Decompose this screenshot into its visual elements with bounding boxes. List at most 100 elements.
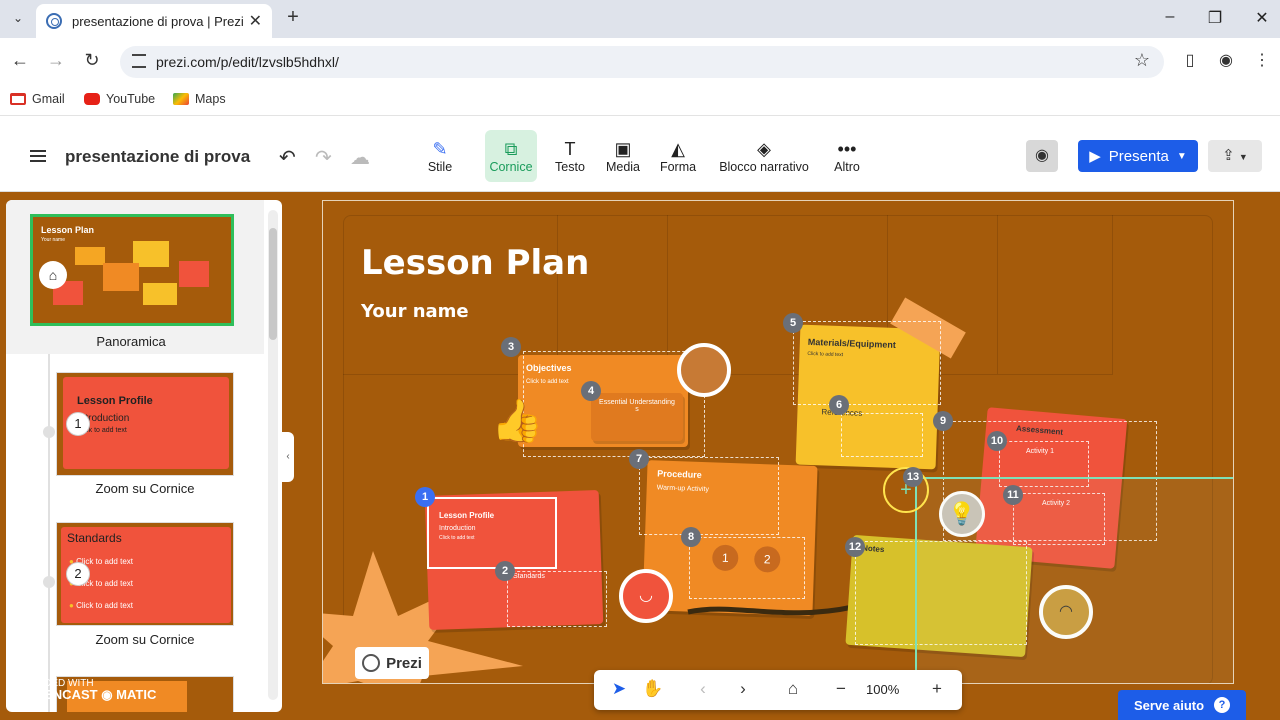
card-essential[interactable]: Essential Understanding s (591, 393, 683, 441)
prezi-logo: Prezi (355, 647, 429, 679)
text-icon: T (564, 139, 576, 159)
path-badge[interactable]: 8 (681, 527, 701, 547)
tool-frame[interactable]: ⧉ Cornice (485, 130, 537, 182)
collapse-sidebar-icon[interactable]: ‹ (282, 432, 294, 482)
zoom-level: 100% (866, 682, 900, 697)
next-step-icon[interactable]: › (730, 679, 756, 699)
step-label-2: Zoom su Cornice (95, 632, 195, 647)
timeline-line (48, 354, 50, 712)
frame-outline-5 (793, 321, 941, 405)
zoom-in-icon[interactable]: + (924, 679, 950, 699)
tool-text[interactable]: T Testo (550, 130, 590, 182)
select-tool-icon[interactable]: ➤ (606, 679, 632, 699)
thumb-list-item: Click to add text (76, 601, 133, 610)
path-badge[interactable]: 3 (501, 337, 521, 357)
overview-thumb-sub: Your name (41, 237, 65, 243)
prezi-logo-text: Prezi (386, 654, 422, 672)
tool-style[interactable]: ✎ Stile (418, 130, 462, 182)
scrollbar-thumb[interactable] (269, 228, 277, 340)
cloud-sync-icon: ☁ (350, 147, 370, 169)
redo-icon[interactable]: ↷ (315, 145, 332, 170)
tool-label: Forma (659, 160, 697, 174)
path-badge[interactable]: 1 (415, 487, 435, 507)
presentation-canvas[interactable]: Lesson Plan Your name Prezi Objectives C… (322, 200, 1234, 684)
path-badge[interactable]: 9 (933, 411, 953, 431)
bookmark-maps[interactable]: Maps (173, 92, 226, 106)
step-number-1: 1 (66, 412, 90, 436)
share-button[interactable]: ⇪ ▼ (1208, 140, 1262, 172)
path-badge[interactable]: 5 (783, 313, 803, 333)
frame-outline-6 (841, 413, 923, 457)
canvas-title[interactable]: Lesson Plan (361, 243, 589, 283)
path-badge[interactable]: 11 (1003, 485, 1023, 505)
hand-tool-icon[interactable]: ✋ (640, 679, 666, 699)
tool-story-block[interactable]: ◈ Blocco narrativo (714, 130, 814, 182)
tab-list-icon[interactable]: ⌄ (8, 8, 28, 28)
help-button[interactable]: Serve aiuto ? (1118, 690, 1246, 720)
thumb-title: Standards (67, 531, 122, 545)
image-icon: ▣ (614, 139, 632, 159)
profile-icon[interactable]: ◉ (1214, 50, 1238, 70)
sidebar-scrollbar[interactable] (268, 210, 278, 700)
preview-eye-icon[interactable]: ◉ (1026, 140, 1058, 172)
document-title[interactable]: presentazione di prova (65, 147, 250, 167)
close-tab-icon[interactable]: ✕ (249, 11, 262, 31)
tool-more[interactable]: ••• Altro (828, 130, 866, 182)
path-badge[interactable]: 7 (629, 449, 649, 469)
url-field[interactable]: prezi.com/p/edit/lzvslb5hdhxl/ ☆ (120, 46, 1164, 78)
minimize-icon[interactable]: – (1160, 8, 1180, 26)
frame-outline-7 (639, 457, 779, 535)
url-text: prezi.com/p/edit/lzvslb5hdhxl/ (156, 54, 339, 70)
bookmarks-bar: Gmail YouTube Maps (0, 86, 1280, 116)
step-label-1: Zoom su Cornice (95, 481, 195, 496)
path-badge[interactable]: 6 (829, 395, 849, 415)
card-title: Lesson Profile (439, 511, 495, 520)
bookmark-star-icon[interactable]: ☆ (1134, 50, 1150, 71)
path-badge[interactable]: 12 (845, 537, 865, 557)
path-badge[interactable]: 4 (581, 381, 601, 401)
path-badge[interactable]: 2 (495, 561, 515, 581)
bookmark-label: Maps (195, 92, 226, 106)
tool-shape[interactable]: ◭ Forma (656, 130, 700, 182)
overview-thumbnail[interactable]: Lesson Plan Your name ⌂ (30, 214, 234, 326)
bookmark-label: YouTube (106, 92, 156, 106)
present-label: Presenta (1108, 147, 1169, 165)
tool-media[interactable]: ▣ Media (602, 130, 644, 182)
undo-icon[interactable]: ↶ (279, 145, 296, 170)
sidepanel-icon[interactable]: ▯ (1178, 50, 1202, 70)
overview-thumb-title: Lesson Plan (41, 225, 95, 235)
menu-icon[interactable] (30, 150, 46, 162)
tool-label: Media (605, 160, 641, 174)
path-sidebar: Lesson Plan Your name ⌂ Panoramica Lesso… (6, 200, 282, 712)
new-tab-icon[interactable]: + (282, 6, 304, 29)
home-icon[interactable]: ⌂ (780, 679, 806, 699)
selected-frame-outline[interactable]: Lesson Profile Introduction Click to add… (427, 497, 557, 569)
watermark-line: SCREENCAST (8, 687, 98, 702)
prev-step-icon[interactable]: ‹ (690, 679, 716, 699)
frame-outline-8 (689, 537, 805, 599)
zoom-out-icon[interactable]: − (828, 679, 854, 699)
new-frame-selection[interactable] (915, 477, 1233, 683)
bookmark-gmail[interactable]: Gmail (10, 92, 65, 106)
tool-label: Cornice (489, 160, 533, 174)
site-info-icon[interactable] (132, 54, 146, 68)
canvas-subtitle[interactable]: Your name (361, 301, 469, 322)
browser-tab[interactable]: presentazione di prova | Prezi ✕ (36, 4, 272, 38)
path-badge[interactable]: 13 (903, 467, 923, 487)
bookmark-youtube[interactable]: YouTube (84, 92, 155, 106)
screencast-watermark: RECORDED WITH SCREENCAST ◉ MATIC (8, 678, 157, 702)
close-window-icon[interactable]: ✕ (1252, 8, 1272, 28)
chevron-down-icon: ▼ (1176, 150, 1187, 162)
reload-icon[interactable]: ↻ (80, 50, 104, 71)
canvas-bottom-toolbar: ➤ ✋ ‹ › ⌂ − 100% + (594, 670, 962, 710)
timeline-dot (43, 426, 55, 438)
overview-item[interactable]: Lesson Plan Your name ⌂ Panoramica (6, 200, 264, 354)
restore-icon[interactable]: ❐ (1205, 8, 1225, 28)
prezi-logo-icon (362, 654, 381, 672)
mini-card (179, 261, 209, 287)
forward-icon[interactable]: → (44, 50, 68, 71)
path-badge[interactable]: 10 (987, 431, 1007, 451)
present-button[interactable]: ▶ Presenta ▼ (1078, 140, 1198, 172)
back-icon[interactable]: ← (8, 50, 32, 71)
browser-menu-icon[interactable]: ⋮ (1250, 50, 1274, 70)
